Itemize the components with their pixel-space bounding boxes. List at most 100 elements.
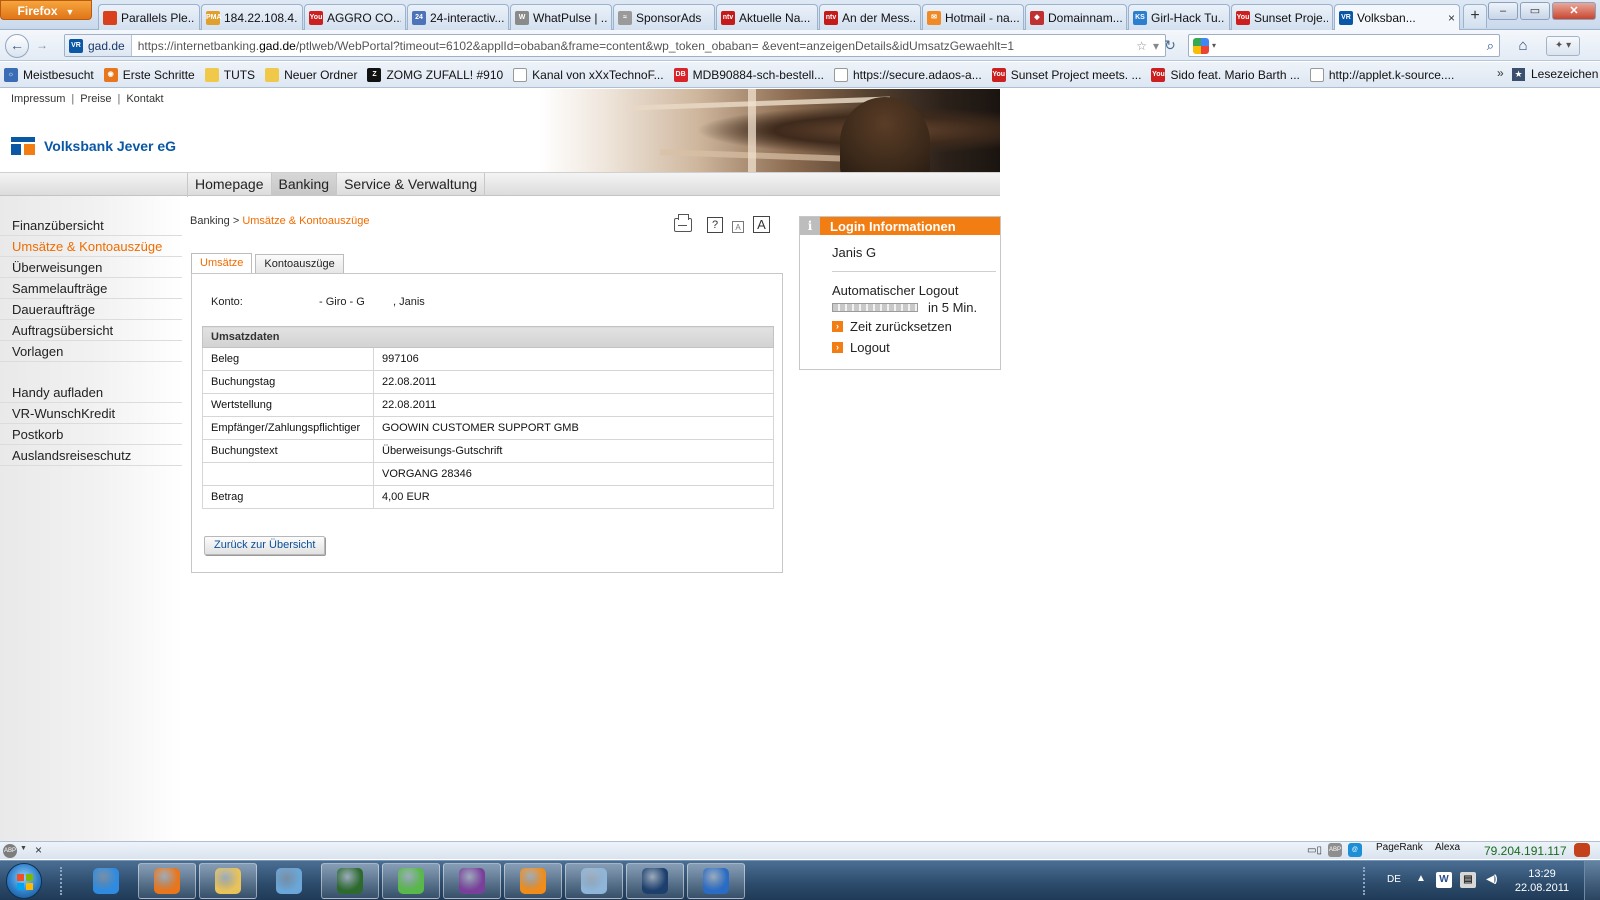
- font-larger-icon[interactable]: A: [753, 216, 770, 233]
- reload-button[interactable]: ↻: [1160, 36, 1180, 56]
- network-icon[interactable]: ▤: [1460, 872, 1476, 888]
- topnav-item[interactable]: Homepage: [188, 173, 272, 196]
- taskbar-app[interactable]: [138, 863, 196, 899]
- bookmark-item[interactable]: ◉ Erste Schritte: [103, 67, 195, 82]
- breadcrumb-banking[interactable]: Banking: [190, 215, 230, 227]
- browser-tab[interactable]: ✉ Hotmail - na...: [922, 4, 1024, 30]
- chevron-down-icon[interactable]: ▼: [20, 845, 27, 852]
- browser-tab[interactable]: You AGGRO CO...: [304, 4, 406, 30]
- bookmark-item[interactable]: Neuer Ordner: [265, 67, 357, 82]
- at-icon[interactable]: @: [1347, 843, 1362, 857]
- sidebar-item[interactable]: Auslandsreiseschutz: [0, 446, 182, 466]
- chevron-down-icon[interactable]: ▾: [1153, 39, 1159, 53]
- volume-icon[interactable]: ◀): [1484, 872, 1500, 888]
- taskbar-app[interactable]: [199, 863, 257, 899]
- new-tab-button[interactable]: +: [1463, 4, 1487, 28]
- chevron-down-icon[interactable]: ▾: [1212, 41, 1216, 50]
- start-button[interactable]: [6, 863, 42, 899]
- url-text[interactable]: https://internetbanking.gad.de/ptlweb/We…: [132, 39, 1131, 53]
- taskbar-app[interactable]: [382, 863, 440, 899]
- pagerank-label[interactable]: PageRank: [1376, 842, 1423, 853]
- word-icon[interactable]: W: [1436, 872, 1452, 888]
- sidebar-item[interactable]: Daueraufträge: [0, 300, 182, 320]
- font-smaller-icon[interactable]: A: [732, 220, 744, 233]
- sidebar-item[interactable]: Sammelaufträge: [0, 279, 182, 299]
- bookmarks-overflow-button[interactable]: »: [1497, 66, 1504, 80]
- adblock-icon[interactable]: ABP: [1327, 843, 1342, 857]
- sidebar-item[interactable]: Überweisungen: [0, 258, 182, 278]
- bank-brand[interactable]: Volksbank Jever eG: [11, 137, 176, 155]
- adblock-icon[interactable]: ABP: [3, 844, 17, 858]
- browser-tab[interactable]: Parallels Ple...: [98, 4, 200, 30]
- minimize-button[interactable]: –: [1488, 2, 1518, 20]
- taskbar-app[interactable]: [626, 863, 684, 899]
- search-icon[interactable]: ⌕: [1487, 38, 1494, 54]
- bookmark-item[interactable]: TUTS: [204, 67, 255, 82]
- taskbar-app[interactable]: [77, 863, 135, 899]
- content-tab[interactable]: Umsätze: [191, 253, 253, 274]
- pagesize-icon[interactable]: ▭▯: [1307, 845, 1322, 856]
- browser-tab[interactable]: ntv Aktuelle Na...: [716, 4, 818, 30]
- taskbar-app[interactable]: [565, 863, 623, 899]
- close-window-button[interactable]: ✕: [1552, 2, 1596, 20]
- addon-button[interactable]: ✦ ▾: [1546, 36, 1580, 56]
- bookmark-star-icon[interactable]: ☆: [1136, 39, 1147, 53]
- print-icon[interactable]: [674, 213, 692, 232]
- browser-tab[interactable]: KS Girl-Hack Tu...: [1128, 4, 1230, 30]
- forward-button[interactable]: →: [32, 37, 52, 55]
- bookmark-item[interactable]: Kanal von xXxTechnoF...: [513, 67, 664, 82]
- bookmark-item[interactable]: You Sunset Project meets. ...: [991, 67, 1141, 82]
- taskbar-app[interactable]: [504, 863, 562, 899]
- clock[interactable]: 13:29 22.08.2011: [1512, 867, 1572, 895]
- language-indicator[interactable]: DE: [1387, 874, 1401, 885]
- browser-tab[interactable]: VR Volksban... ×: [1334, 4, 1460, 30]
- maximize-button[interactable]: ▭: [1520, 2, 1550, 20]
- help-icon[interactable]: ?: [707, 216, 723, 233]
- browser-tab[interactable]: ◆ Domainnam...: [1025, 4, 1127, 30]
- back-button[interactable]: ←: [5, 34, 29, 58]
- google-icon[interactable]: [1193, 37, 1209, 54]
- preise-link[interactable]: Preise: [80, 93, 111, 105]
- taskbar-app[interactable]: [443, 863, 501, 899]
- url-bar[interactable]: VR gad.de https://internetbanking.gad.de…: [64, 34, 1166, 57]
- topnav-item[interactable]: Service & Verwaltung: [337, 173, 486, 196]
- alexa-label[interactable]: Alexa: [1435, 842, 1460, 853]
- show-desktop-button[interactable]: [1584, 861, 1600, 900]
- logout-link[interactable]: › Logout: [832, 340, 890, 355]
- bookmarks-menu-button[interactable]: ★ Lesezeichen: [1512, 67, 1598, 81]
- bookmark-item[interactable]: http://applet.k-source....: [1309, 67, 1454, 82]
- show-hidden-icons-button[interactable]: ▲: [1416, 873, 1426, 884]
- search-input[interactable]: ▾ ⌕: [1188, 34, 1500, 57]
- sidebar-item[interactable]: Auftragsübersicht: [0, 321, 182, 341]
- bookmark-item[interactable]: Z ZOMG ZUFALL! #910: [367, 67, 503, 82]
- close-tab-icon[interactable]: ×: [1448, 11, 1455, 25]
- firefox-menu-button[interactable]: Firefox ▼: [0, 0, 92, 20]
- site-identity-button[interactable]: VR gad.de: [65, 35, 132, 56]
- taskbar-app[interactable]: [260, 863, 318, 899]
- taskbar-app[interactable]: [321, 863, 379, 899]
- topnav-item[interactable]: Banking: [271, 173, 338, 196]
- browser-tab[interactable]: 24 24-interactiv...: [407, 4, 509, 30]
- firebug-icon[interactable]: [1574, 843, 1590, 857]
- close-icon[interactable]: ×: [35, 843, 42, 857]
- sidebar-item[interactable]: Finanzübersicht: [0, 216, 182, 236]
- content-tab[interactable]: Kontoauszüge: [255, 254, 344, 273]
- kontakt-link[interactable]: Kontakt: [126, 93, 163, 105]
- browser-tab[interactable]: W WhatPulse | ...: [510, 4, 612, 30]
- home-button[interactable]: ⌂: [1511, 36, 1535, 56]
- sidebar-item[interactable]: Vorlagen: [0, 342, 182, 362]
- bookmark-item[interactable]: https://secure.adaos-a...: [833, 67, 982, 82]
- browser-tab[interactable]: You Sunset Proje...: [1231, 4, 1333, 30]
- sidebar-item[interactable]: Handy aufladen: [0, 383, 182, 403]
- browser-tab[interactable]: ntv An der Mess...: [819, 4, 921, 30]
- bookmark-item[interactable]: ☼ Meistbesucht: [4, 67, 94, 82]
- browser-tab[interactable]: PMA 184.22.108.4...: [201, 4, 303, 30]
- sidebar-item[interactable]: VR-WunschKredit: [0, 404, 182, 424]
- bookmark-item[interactable]: DB MDB90884-sch-bestell...: [673, 67, 824, 82]
- taskbar-app[interactable]: [687, 863, 745, 899]
- impressum-link[interactable]: Impressum: [11, 93, 65, 105]
- back-to-overview-button[interactable]: Zurück zur Übersicht: [204, 536, 326, 555]
- sidebar-item[interactable]: Umsätze & Kontoauszüge: [0, 237, 182, 257]
- bookmark-item[interactable]: You Sido feat. Mario Barth ...: [1151, 67, 1300, 82]
- reset-timer-link[interactable]: › Zeit zurücksetzen: [832, 319, 952, 334]
